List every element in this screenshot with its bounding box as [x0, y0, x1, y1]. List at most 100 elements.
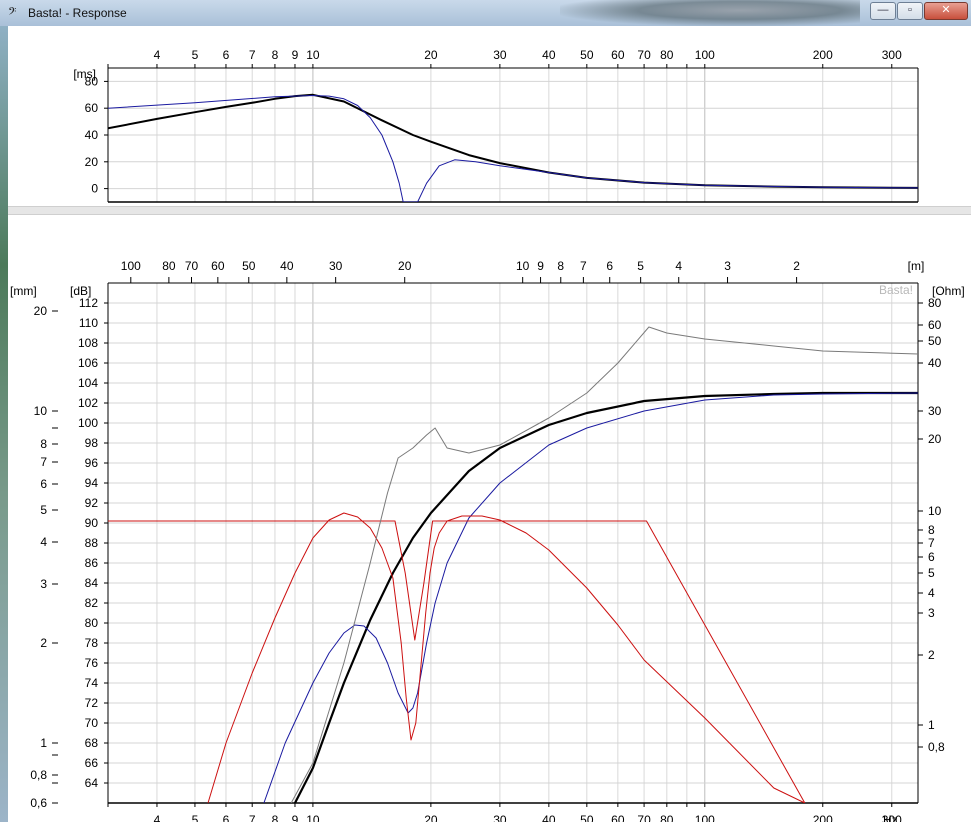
x-tick-label: 50 — [580, 48, 594, 62]
series-line-3 — [207, 512, 806, 803]
y-tick-label: 60 — [85, 101, 99, 115]
x-tick-label: 200 — [813, 813, 833, 822]
wavelength-tick-label: 80 — [162, 259, 176, 273]
y-tick-label: 40 — [85, 128, 99, 142]
x-tick-label: 50 — [580, 813, 594, 822]
excursion-tick-label: 0,8 — [30, 768, 47, 782]
x-tick-label: 30 — [493, 813, 507, 822]
excursion-tick-label: 4 — [40, 535, 47, 549]
y-tick-label: 108 — [78, 336, 98, 350]
title-bar-background — [560, 0, 860, 26]
wavelength-tick-label: 7 — [580, 259, 587, 273]
y-tick-label: 20 — [85, 155, 99, 169]
wavelength-tick-label: 40 — [280, 259, 294, 273]
x-tick-label: 7 — [249, 813, 256, 822]
x-tick-label: 10 — [306, 48, 320, 62]
y-tick-label: 112 — [79, 296, 98, 310]
x-tick-label: 60 — [611, 813, 625, 822]
impedance-axis-label: [Ohm] — [932, 284, 965, 298]
impedance-tick-label: 8 — [928, 523, 935, 537]
x-tick-label: 8 — [272, 48, 279, 62]
x-tick-label: 100 — [695, 48, 715, 62]
maximize-button[interactable]: ▫ — [897, 2, 923, 20]
y-tick-label: 78 — [85, 636, 99, 650]
y-tick-label: 0 — [91, 182, 98, 196]
wavelength-tick-label: 50 — [242, 259, 256, 273]
excursion-tick-label: 8 — [40, 437, 47, 451]
impedance-tick-label: 3 — [928, 606, 935, 620]
series-line-1 — [108, 93, 918, 189]
x-tick-label: 100 — [695, 813, 715, 822]
excursion-tick-label: 2 — [40, 636, 47, 650]
x-tick-label: 30 — [493, 48, 507, 62]
wavelength-tick-label: 10 — [516, 259, 530, 273]
y-tick-label: 80 — [85, 616, 99, 630]
impedance-tick-label: 10 — [928, 504, 942, 518]
x-tick-label: 20 — [424, 48, 438, 62]
y-tick-label: 90 — [85, 516, 99, 530]
series-line-5 — [290, 326, 918, 803]
wavelength-tick-label: 4 — [675, 259, 682, 273]
y-tick-label: 72 — [85, 696, 99, 710]
impedance-tick-label: 6 — [928, 550, 935, 564]
y-tick-label: 104 — [78, 376, 98, 390]
series-group — [108, 326, 918, 803]
excursion-tick-label: 20 — [34, 304, 48, 318]
group-delay-chart: 4 5 6 7 8 9 10 20 30 40 50 60 70 80 100 200 300020406080… — [73, 48, 919, 203]
y-tick-label: 102 — [78, 396, 98, 410]
response-window: 𝄢 Basta! - Response — ▫ ✕ 4 5 6 7 8 9 10 20 30 40… — [0, 0, 971, 822]
maximize-icon: ▫ — [908, 4, 912, 16]
x-tick-label: 8 — [272, 813, 279, 822]
impedance-tick-label: 0,8 — [928, 740, 945, 754]
x-tick-label: 80 — [660, 48, 674, 62]
x-axis-label: Hz — [883, 813, 898, 822]
impedance-tick-label: 50 — [928, 334, 942, 348]
excursion-tick-label: 10 — [34, 404, 48, 418]
title-bar[interactable]: 𝄢 Basta! - Response — ▫ ✕ — [0, 0, 971, 26]
excursion-tick-label: 0,6 — [30, 796, 47, 810]
y-tick-label: 106 — [78, 356, 98, 370]
impedance-tick-label: 2 — [928, 648, 935, 662]
x-tick-label: 80 — [660, 813, 674, 822]
wavelength-tick-label: 6 — [606, 259, 613, 273]
bass-clef-icon: 𝄢 — [8, 5, 17, 20]
chart-area: 4 5 6 7 8 9 10 20 30 40 50 60 70 80 100 200 300 0 20 40 60 80… — [8, 26, 971, 822]
wavelength-tick-label: 70 — [185, 259, 199, 273]
excursion-axis-label: [mm] — [10, 284, 37, 298]
y-tick-label: 100 — [78, 416, 98, 430]
y-axis-label: [ms] — [73, 67, 96, 81]
impedance-tick-label: 7 — [928, 536, 935, 550]
x-tick-label: 6 — [223, 813, 230, 822]
x-tick-label: 60 — [611, 48, 625, 62]
y-tick-label: 110 — [79, 316, 98, 330]
x-tick-label: 40 — [542, 48, 556, 62]
x-tick-label: 20 — [424, 813, 438, 822]
y-axis-label: [dB] — [70, 284, 91, 298]
excursion-tick-label: 6 — [40, 477, 47, 491]
x-tick-label: 7 — [249, 48, 256, 62]
close-icon: ✕ — [941, 4, 951, 16]
y-tick-label: 96 — [85, 456, 99, 470]
y-tick-label: 82 — [85, 596, 99, 610]
y-tick-label: 86 — [85, 556, 99, 570]
y-tick-label: 98 — [85, 436, 99, 450]
response-chart: 4 5 6 7 8 9 10 20 30 40 50 60 70 80 100 200 300646668707… — [10, 259, 965, 822]
wavelength-unit-label: [m] — [908, 259, 925, 273]
close-button[interactable]: ✕ — [924, 2, 968, 20]
x-tick-label: 4 — [154, 813, 161, 822]
series-line-1 — [294, 391, 918, 803]
x-tick-label: 5 — [192, 813, 199, 822]
x-tick-label: 6 — [223, 48, 230, 62]
wavelength-tick-label: 2 — [793, 259, 800, 273]
minimize-button[interactable]: — — [870, 2, 896, 20]
grid-lines — [107, 68, 918, 202]
impedance-tick-label: 80 — [928, 296, 942, 310]
x-tick-label: 200 — [813, 48, 833, 62]
y-tick-label: 94 — [85, 476, 99, 490]
wavelength-tick-label: 3 — [724, 259, 731, 273]
x-tick-label: 300 — [882, 48, 902, 62]
y-tick-label: 70 — [85, 716, 99, 730]
x-tick-label: 70 — [637, 48, 651, 62]
impedance-tick-label: 30 — [928, 404, 942, 418]
y-tick-label: 92 — [85, 496, 99, 510]
